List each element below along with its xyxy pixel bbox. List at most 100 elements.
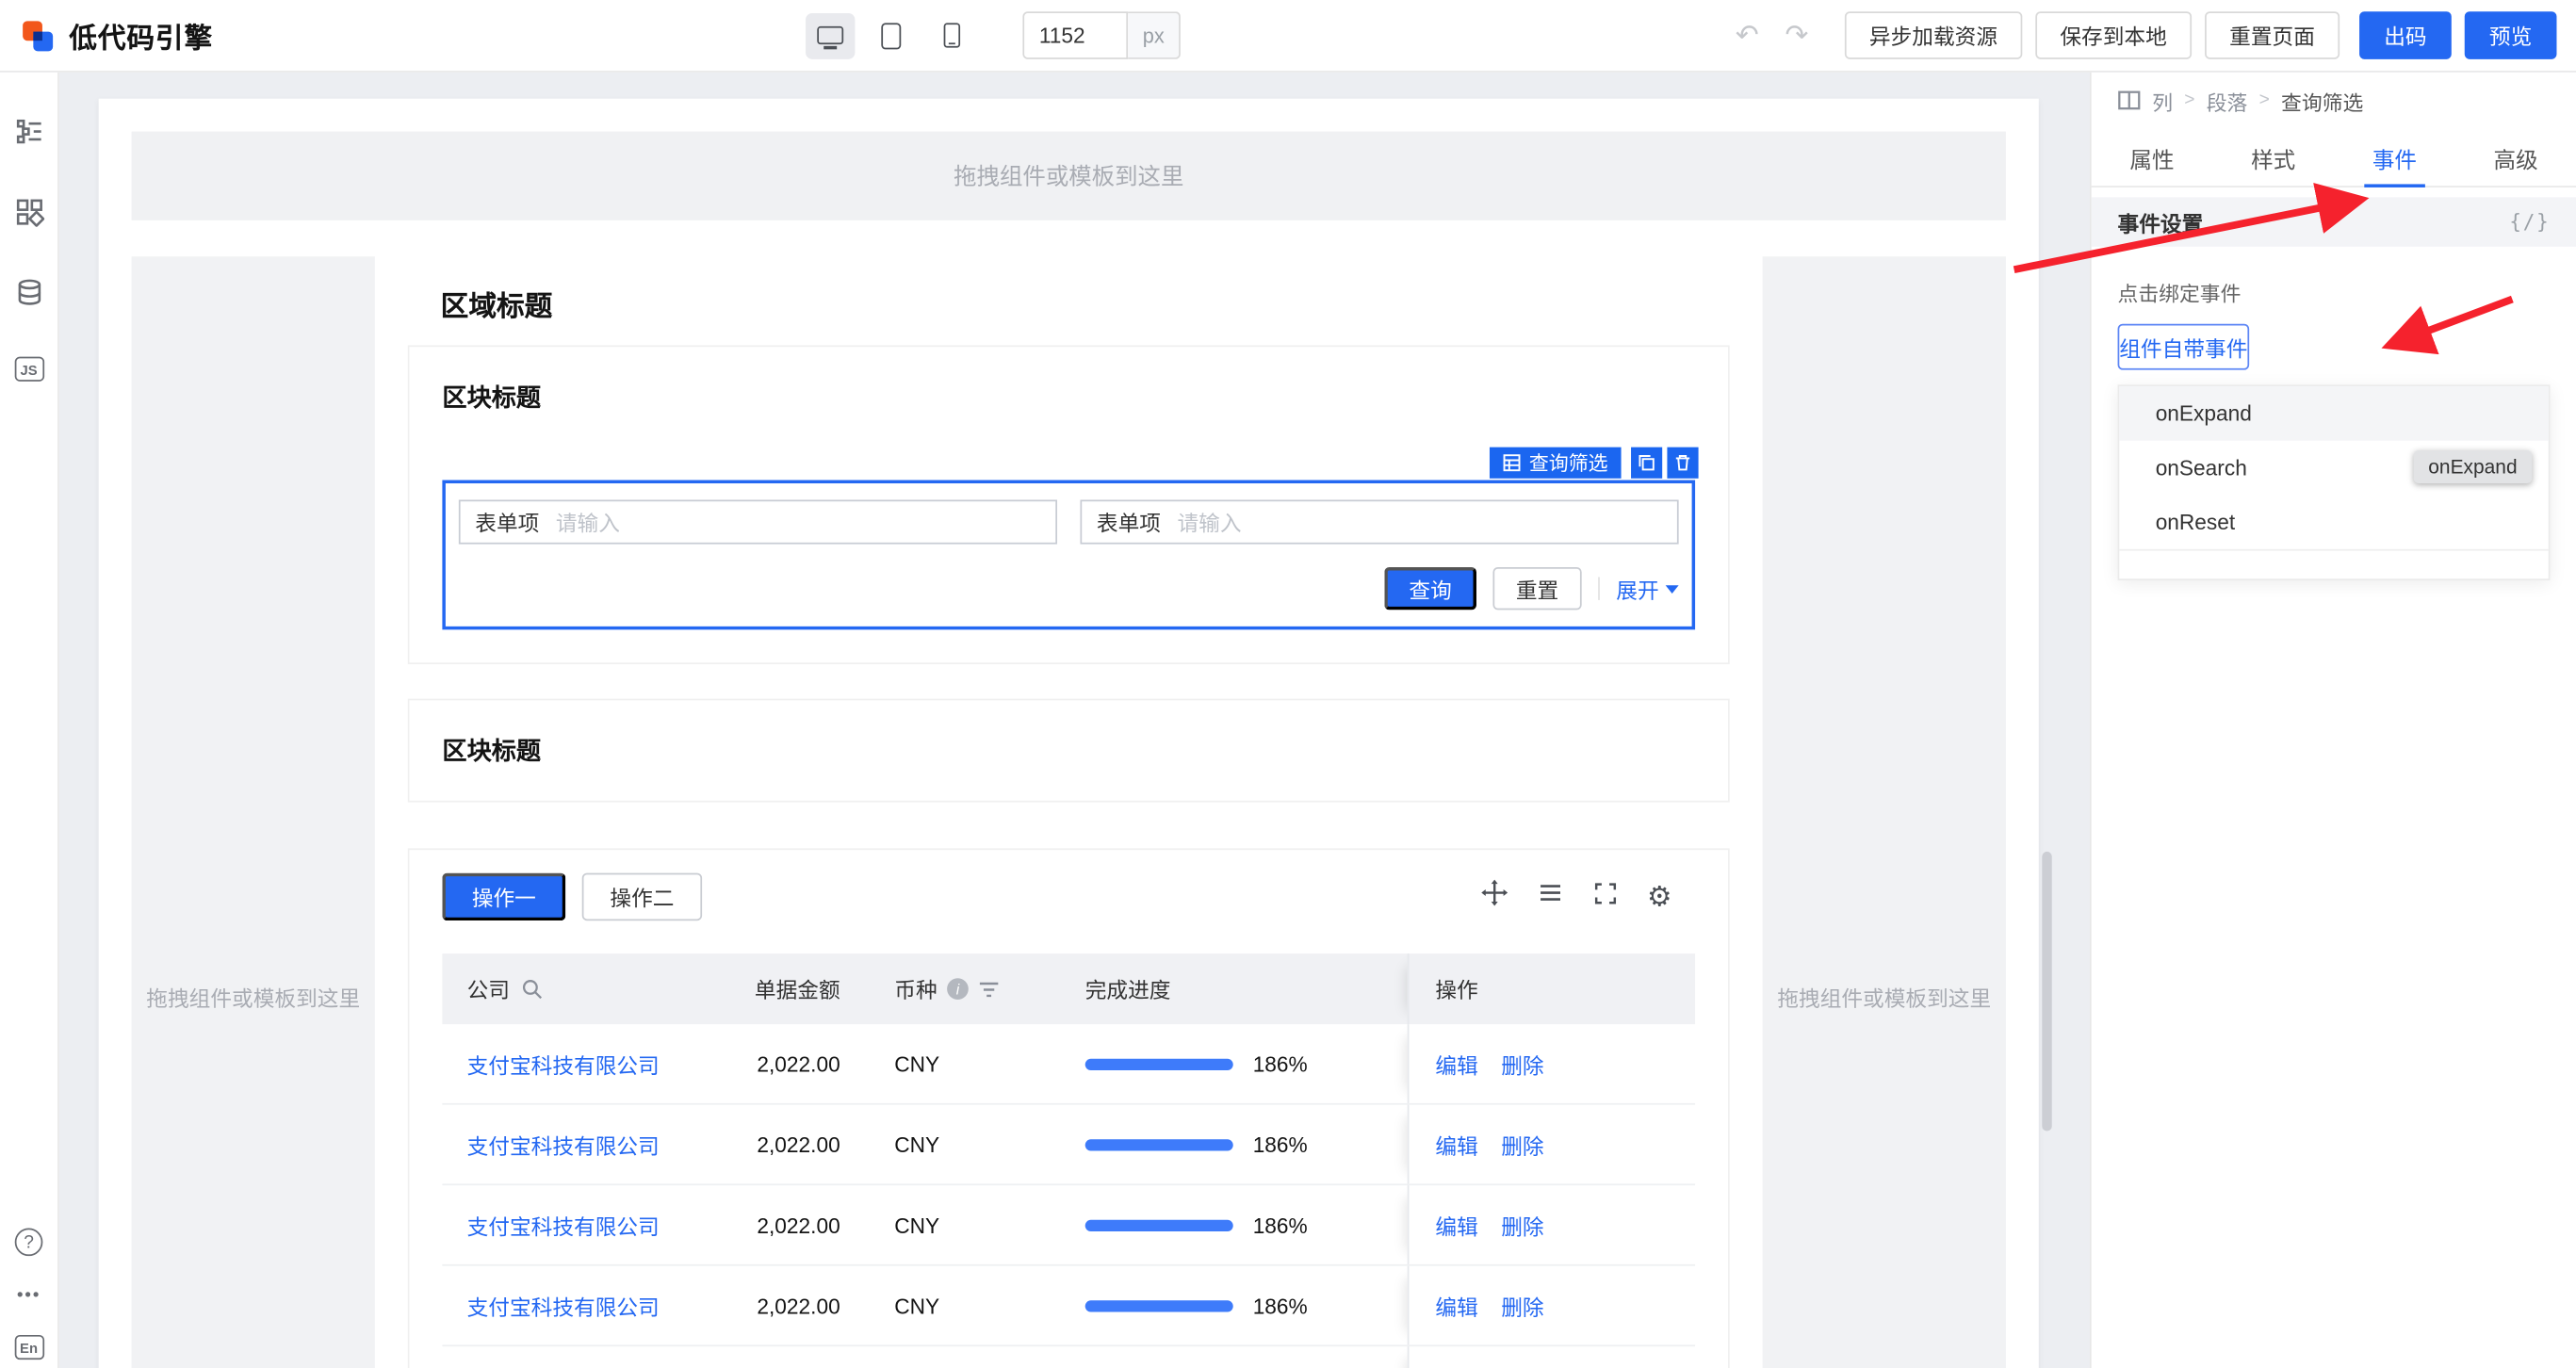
currency-cell: CNY <box>876 1293 1064 1317</box>
delete-link[interactable]: 删除 <box>1501 1209 1543 1240</box>
progress-bar <box>1085 1299 1233 1311</box>
drop-zone-left[interactable]: 拖拽组件或模板到这里 <box>132 256 375 1368</box>
table-header-row: 公司 单据金额 币种 i <box>442 953 1695 1024</box>
outline-tree-icon[interactable] <box>12 115 45 148</box>
form-field-1-placeholder: 请输入 <box>556 506 620 537</box>
delete-component-button[interactable] <box>1667 448 1698 479</box>
code-view-icon[interactable]: {/} <box>2509 210 2550 233</box>
tab-advanced[interactable]: 高级 <box>2455 128 2576 186</box>
copy-component-button[interactable] <box>1631 448 1662 479</box>
panel-tabs: 属性 样式 事件 高级 <box>2092 128 2576 187</box>
chevron-right-icon: > <box>2259 90 2270 110</box>
tab-style[interactable]: 样式 <box>2212 128 2334 186</box>
component-events-button[interactable]: 组件自带事件 <box>2118 324 2250 370</box>
table-block-title: 区块标题 <box>442 733 1695 768</box>
canvas-scrollbar[interactable] <box>2042 852 2051 1132</box>
edit-link[interactable]: 编辑 <box>1435 1290 1477 1321</box>
grid-icon <box>1503 454 1521 472</box>
selection-toolbar: 查询筛选 <box>1490 448 1699 479</box>
amount-cell: 2,022.00 <box>733 1051 876 1076</box>
search-icon[interactable] <box>521 978 543 1000</box>
progress-bar <box>1085 1138 1233 1149</box>
form-field-1[interactable]: 表单项 请输入 <box>459 499 1057 544</box>
save-local-button[interactable]: 保存到本地 <box>2035 11 2192 59</box>
breadcrumb: 列 > 段落 > 查询筛选 <box>2092 73 2576 128</box>
breadcrumb-column[interactable]: 列 <box>2152 85 2173 116</box>
delete-link[interactable]: 删除 <box>1501 1048 1543 1079</box>
redo-icon[interactable]: ↷ <box>1779 22 1816 50</box>
progress-bar <box>1085 1058 1233 1069</box>
edit-link[interactable]: 编辑 <box>1435 1209 1477 1240</box>
tab-events[interactable]: 事件 <box>2334 128 2455 186</box>
event-option-onreset[interactable]: onReset <box>2119 495 2548 549</box>
amount-cell: 2,022.00 <box>733 1293 876 1317</box>
header-currency[interactable]: 币种 i <box>876 973 1064 1004</box>
header-company[interactable]: 公司 <box>442 973 733 1004</box>
app-logo: 低代码引擎 <box>20 15 213 57</box>
drag-move-icon[interactable] <box>1481 880 1508 915</box>
datasource-icon[interactable] <box>12 276 45 309</box>
tab-props[interactable]: 属性 <box>2092 128 2213 186</box>
filter-icon[interactable] <box>978 979 1000 999</box>
form-field-2[interactable]: 表单项 请输入 <box>1080 499 1678 544</box>
more-icon[interactable]: ••• <box>17 1286 41 1306</box>
table-settings-gear-icon[interactable]: ⚙ <box>1647 883 1672 911</box>
event-option-onexpand[interactable]: onExpand <box>2119 386 2548 441</box>
desktop-device-button[interactable] <box>806 12 855 58</box>
currency-cell: CNY <box>876 1132 1064 1156</box>
topbar-actions: ↶ ↷ 异步加载资源 保存到本地 重置页面 出码 预览 <box>1729 11 2557 59</box>
expand-label: 展开 <box>1616 573 1658 604</box>
progress-label: 186% <box>1253 1051 1308 1076</box>
undo-icon[interactable]: ↶ <box>1729 22 1766 50</box>
form-field-1-label: 表单项 <box>475 506 539 537</box>
breadcrumb-paragraph[interactable]: 段落 <box>2207 85 2248 116</box>
device-switcher <box>806 12 976 58</box>
help-icon[interactable]: ? <box>15 1229 43 1257</box>
delete-link[interactable]: 删除 <box>1501 1129 1543 1160</box>
currency-cell: CNY <box>876 1213 1064 1237</box>
preview-button[interactable]: 预览 <box>2465 11 2557 59</box>
query-filter-component[interactable]: 表单项 请输入 表单项 请输入 查询 <box>442 480 1695 630</box>
delete-link[interactable]: 删除 <box>1501 1290 1543 1321</box>
topbar: 低代码引擎 px ↶ ↷ 异步加载资源 保存 <box>0 0 2576 73</box>
table-row: 支付宝科技有限公司 2,022.00 CNY 186% 编辑删除 <box>442 1024 1695 1105</box>
page-body: 拖拽组件或模板到这里 区域标题 区块标题 查询 <box>132 256 2006 1368</box>
data-table: 公司 单据金额 币种 i <box>442 953 1695 1368</box>
info-icon[interactable]: i <box>947 978 969 1000</box>
table-block-title-card: 区块标题 <box>408 699 1730 803</box>
selected-component[interactable]: 查询筛选 <box>442 480 1695 630</box>
fullscreen-frame-icon[interactable] <box>1592 880 1617 913</box>
canvas-width-input[interactable] <box>1022 11 1128 59</box>
row-density-icon[interactable] <box>1537 880 1563 915</box>
company-link[interactable]: 支付宝科技有限公司 <box>467 1209 660 1240</box>
drop-zone-top[interactable]: 拖拽组件或模板到这里 <box>132 132 2006 220</box>
company-link[interactable]: 支付宝科技有限公司 <box>467 1290 660 1321</box>
component-icon <box>2118 90 2141 110</box>
search-button[interactable]: 查询 <box>1384 567 1476 610</box>
filter-actions-row: 查询 重置 展开 <box>459 567 1679 610</box>
company-link[interactable]: 支付宝科技有限公司 <box>467 1048 660 1079</box>
company-link[interactable]: 支付宝科技有限公司 <box>467 1129 660 1160</box>
drop-zone-right[interactable]: 拖拽组件或模板到这里 <box>1763 256 2006 1368</box>
locale-icon[interactable]: En <box>14 1335 43 1360</box>
reset-page-button[interactable]: 重置页面 <box>2205 11 2340 59</box>
action-one-button[interactable]: 操作一 <box>442 873 565 921</box>
components-icon[interactable] <box>12 196 45 229</box>
app-title: 低代码引擎 <box>69 15 213 57</box>
edit-link[interactable]: 编辑 <box>1435 1129 1477 1160</box>
breadcrumb-query-filter[interactable]: 查询筛选 <box>2281 85 2363 116</box>
mobile-device-button[interactable] <box>927 12 976 58</box>
expand-toggle[interactable]: 展开 <box>1616 573 1678 604</box>
filter-fields-row: 表单项 请输入 表单项 请输入 <box>459 499 1679 544</box>
canvas-width-group: px <box>1022 11 1181 59</box>
action-two-button[interactable]: 操作二 <box>582 873 702 921</box>
currency-cell: CNY <box>876 1051 1064 1076</box>
export-code-button[interactable]: 出码 <box>2359 11 2452 59</box>
async-load-resources-button[interactable]: 异步加载资源 <box>1845 11 2022 59</box>
tablet-device-button[interactable] <box>867 12 916 58</box>
header-operations: 操作 <box>1408 953 1695 1024</box>
reset-button[interactable]: 重置 <box>1492 567 1581 610</box>
edit-link[interactable]: 编辑 <box>1435 1048 1477 1079</box>
selection-tag-label: 查询筛选 <box>1529 448 1608 477</box>
js-panel-icon[interactable]: JS <box>14 357 43 382</box>
